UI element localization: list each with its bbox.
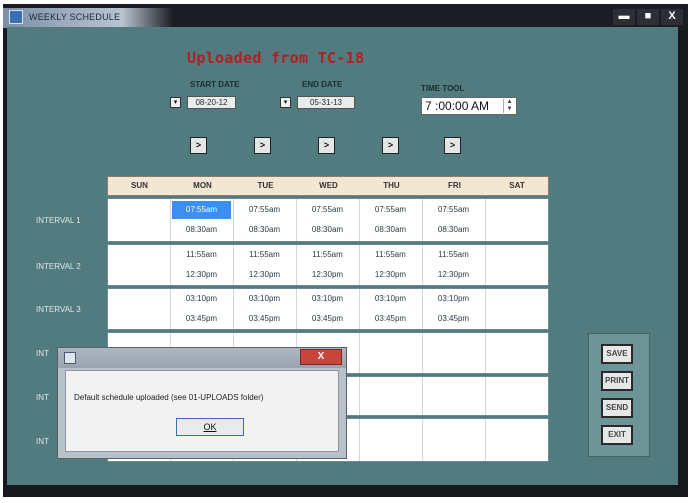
day-header-sat: SAT bbox=[509, 181, 525, 190]
upload-headline: Uploaded from TC-18 bbox=[187, 49, 365, 67]
time-cell[interactable]: 08:30am bbox=[361, 221, 420, 239]
time-cell[interactable]: 08:30am bbox=[298, 221, 357, 239]
time-cell[interactable]: 03:45pm bbox=[361, 310, 420, 328]
time-cell[interactable]: 08:30am bbox=[424, 221, 483, 239]
time-cell[interactable]: 11:55am bbox=[172, 246, 231, 264]
start-date-dropdown-button[interactable]: ▾ bbox=[170, 97, 181, 108]
interval-row-3: 03:10pm 03:10pm 03:10pm 03:10pm 03:10pm … bbox=[107, 288, 549, 330]
interval-label-2: INTERVAL 2 bbox=[36, 262, 81, 271]
time-cell[interactable]: 11:55am bbox=[298, 246, 357, 264]
time-tool-input[interactable]: 7 :00:00 AM ▲ ▼ bbox=[421, 97, 517, 115]
start-date-field[interactable]: 08-20-12 bbox=[187, 96, 236, 109]
time-cell[interactable]: 11:55am bbox=[235, 246, 294, 264]
day-header-tue: TUE bbox=[257, 181, 274, 190]
time-cell[interactable]: 12:30pm bbox=[361, 266, 420, 284]
time-cell[interactable]: 12:30pm bbox=[172, 266, 231, 284]
time-cell[interactable]: 03:45pm bbox=[298, 310, 357, 328]
exit-button[interactable]: EXIT bbox=[601, 425, 633, 445]
nav-button-fri[interactable]: > bbox=[444, 137, 461, 154]
interval-label-5: INT bbox=[36, 393, 49, 402]
nav-button-thu[interactable]: > bbox=[382, 137, 399, 154]
nav-button-wed[interactable]: > bbox=[318, 137, 335, 154]
time-cell[interactable]: 03:10pm bbox=[424, 290, 483, 308]
time-cell[interactable]: 11:55am bbox=[361, 246, 420, 264]
upload-message-dialog: X Default schedule uploaded (see 01-UPLO… bbox=[57, 347, 347, 459]
start-date-label: START DATE bbox=[190, 80, 240, 89]
time-cell[interactable]: 12:30pm bbox=[298, 266, 357, 284]
minimize-button[interactable]: ▬ bbox=[613, 9, 635, 25]
app-icon bbox=[9, 10, 23, 24]
nav-button-tue[interactable]: > bbox=[254, 137, 271, 154]
time-cell[interactable]: 08:30am bbox=[235, 221, 294, 239]
day-header-wed: WED bbox=[319, 181, 338, 190]
time-cell[interactable]: 03:45pm bbox=[172, 310, 231, 328]
interval-label-6: INT bbox=[36, 437, 49, 446]
time-cell[interactable]: 07:55am bbox=[235, 201, 294, 219]
day-header-thu: THU bbox=[383, 181, 400, 190]
end-date-label: END DATE bbox=[302, 80, 343, 89]
interval-row-1: 07:55am 07:55am 07:55am 07:55am 07:55am … bbox=[107, 198, 549, 242]
time-tool-label: TIME TOOL bbox=[421, 84, 465, 93]
day-header-mon: MON bbox=[193, 181, 212, 190]
day-header-row: SUN MON TUE WED THU FRI SAT bbox=[107, 176, 549, 196]
time-cell[interactable]: 03:10pm bbox=[235, 290, 294, 308]
save-button[interactable]: SAVE bbox=[601, 344, 633, 364]
dialog-close-button[interactable]: X bbox=[300, 349, 342, 365]
maximize-button[interactable]: ■ bbox=[637, 9, 659, 25]
time-cell[interactable]: 12:30pm bbox=[235, 266, 294, 284]
time-cell[interactable]: 07:55am bbox=[361, 201, 420, 219]
time-cell[interactable]: 08:30am bbox=[172, 221, 231, 239]
send-button[interactable]: SEND bbox=[601, 398, 633, 418]
dialog-app-icon bbox=[64, 352, 76, 364]
interval-row-2: 11:55am 11:55am 11:55am 11:55am 11:55am … bbox=[107, 244, 549, 286]
window-title: WEEKLY SCHEDULE bbox=[29, 12, 121, 22]
nav-button-mon[interactable]: > bbox=[190, 137, 207, 154]
interval-label-4: INT bbox=[36, 349, 49, 358]
day-header-sun: SUN bbox=[131, 181, 148, 190]
end-date-field[interactable]: 05-31-13 bbox=[297, 96, 355, 109]
dialog-message: Default schedule uploaded (see 01-UPLOAD… bbox=[74, 393, 264, 402]
time-cell[interactable]: 07:55am bbox=[172, 201, 231, 219]
time-cell[interactable]: 03:45pm bbox=[424, 310, 483, 328]
dialog-body: Default schedule uploaded (see 01-UPLOAD… bbox=[65, 370, 339, 452]
time-cell[interactable]: 03:45pm bbox=[235, 310, 294, 328]
time-cell[interactable]: 07:55am bbox=[424, 201, 483, 219]
day-header-fri: FRI bbox=[448, 181, 461, 190]
interval-label-1: INTERVAL 1 bbox=[36, 216, 81, 225]
dialog-title-bar: X bbox=[58, 348, 346, 368]
time-cell[interactable]: 03:10pm bbox=[298, 290, 357, 308]
time-cell[interactable]: 03:10pm bbox=[361, 290, 420, 308]
time-cell[interactable]: 07:55am bbox=[298, 201, 357, 219]
time-cell[interactable]: 03:10pm bbox=[172, 290, 231, 308]
time-cell[interactable]: 12:30pm bbox=[424, 266, 483, 284]
time-value: 7 :00:00 AM bbox=[425, 99, 490, 113]
end-date-dropdown-button[interactable]: ▾ bbox=[280, 97, 291, 108]
time-spinner[interactable]: ▲ ▼ bbox=[503, 99, 515, 113]
interval-label-3: INTERVAL 3 bbox=[36, 305, 81, 314]
ok-button[interactable]: OK bbox=[176, 418, 244, 436]
action-panel: SAVE PRINT SEND EXIT bbox=[588, 333, 650, 457]
print-button[interactable]: PRINT bbox=[601, 371, 633, 391]
time-cell[interactable]: 11:55am bbox=[424, 246, 483, 264]
close-button[interactable]: X bbox=[661, 9, 683, 25]
